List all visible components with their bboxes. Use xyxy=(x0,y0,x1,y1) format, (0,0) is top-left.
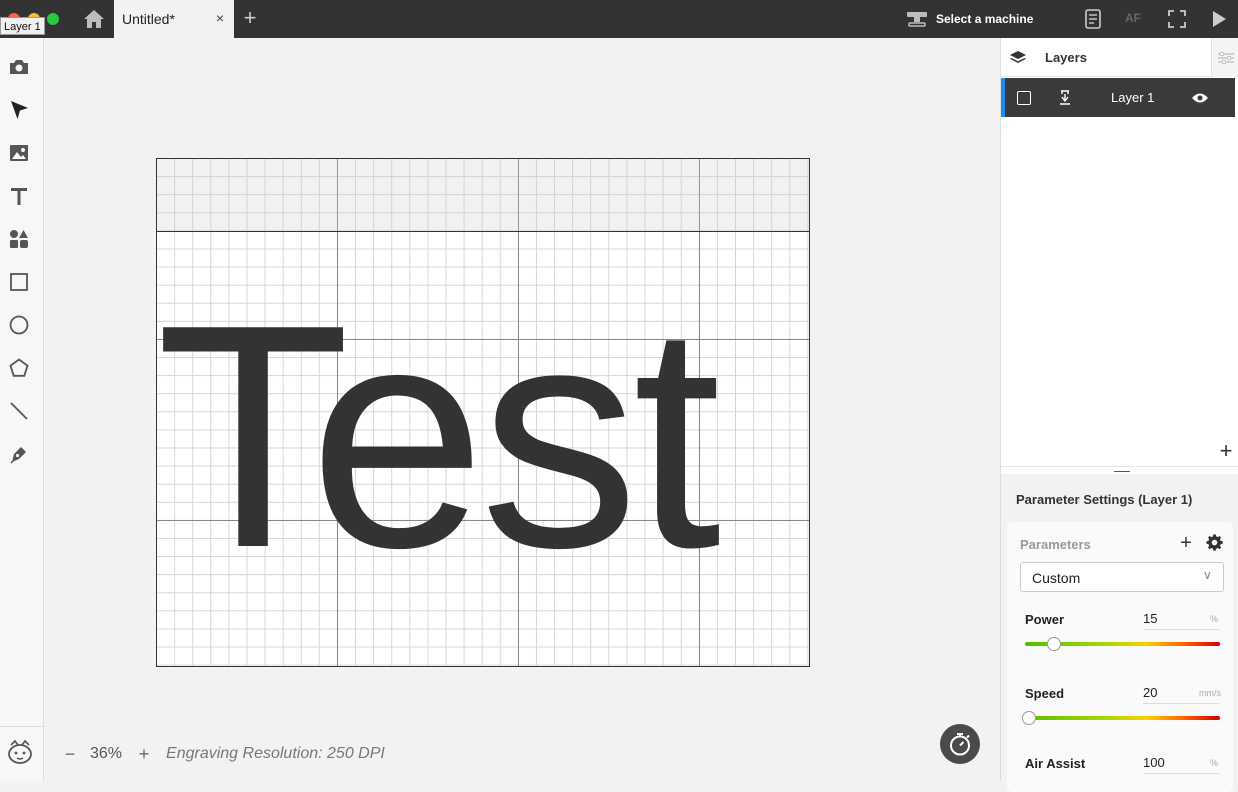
laser-mode-icon[interactable] xyxy=(1057,89,1073,107)
machine-icon xyxy=(907,12,927,27)
power-label: Power xyxy=(1025,612,1065,627)
layer-item[interactable]: Layer 1 xyxy=(1001,78,1235,117)
speed-unit: mm/s xyxy=(1199,688,1221,698)
parameters-card: Parameters + Custom ∨ Power 15 % Speed 2… xyxy=(1007,522,1233,792)
power-unit: % xyxy=(1210,614,1219,624)
elements-icon xyxy=(10,230,28,248)
air-assist-input[interactable]: 100 xyxy=(1143,755,1219,774)
assistant-button[interactable] xyxy=(6,738,34,766)
time-estimate-button[interactable] xyxy=(940,724,980,764)
preset-value: Custom xyxy=(1032,570,1081,586)
zoom-in-button[interactable]: + xyxy=(136,744,152,765)
layer-checkbox[interactable] xyxy=(1017,91,1031,105)
splitter-grip xyxy=(1114,471,1130,472)
select-arrow-icon xyxy=(11,101,28,119)
speed-slider[interactable] xyxy=(1021,711,1220,725)
layer-selected-indicator xyxy=(1001,78,1005,117)
layers-icon xyxy=(1010,51,1026,63)
document-button[interactable] xyxy=(1082,8,1104,30)
layer-name: Layer 1 xyxy=(1111,90,1155,105)
right-panel: Layers Layer 1 + Parameter Settings (Lay… xyxy=(1000,38,1238,792)
add-parameter-button[interactable]: + xyxy=(1178,532,1194,555)
elements-tool[interactable] xyxy=(8,228,30,250)
mascot-icon xyxy=(8,739,32,764)
line-icon xyxy=(10,402,28,420)
ellipse-tool[interactable] xyxy=(8,314,30,336)
parameters-label: Parameters xyxy=(1020,537,1091,552)
tab-title: Untitled* xyxy=(122,11,175,27)
start-button[interactable] xyxy=(1208,8,1230,30)
maximize-window-button[interactable] xyxy=(47,13,59,25)
eye-icon[interactable] xyxy=(1191,92,1209,104)
air-assist-unit: % xyxy=(1210,758,1219,768)
power-slider-thumb[interactable] xyxy=(1047,637,1062,651)
frame-icon xyxy=(1168,10,1186,28)
pen-tool[interactable] xyxy=(8,443,30,465)
tooltip: Layer 1 xyxy=(0,17,45,35)
panel-splitter[interactable] xyxy=(1001,466,1238,474)
add-layer-button[interactable]: + xyxy=(1217,438,1235,464)
tool-bar xyxy=(0,38,44,781)
polygon-icon xyxy=(9,358,29,377)
image-icon xyxy=(10,145,28,161)
text-object[interactable]: Test xyxy=(156,278,810,596)
home-icon xyxy=(84,10,104,28)
layers-title: Layers xyxy=(1045,50,1087,65)
new-tab-button[interactable]: + xyxy=(239,5,261,31)
home-button[interactable] xyxy=(80,7,108,31)
chevron-down-icon: ∨ xyxy=(1203,568,1212,582)
rectangle-icon xyxy=(10,273,28,291)
line-tool[interactable] xyxy=(8,400,30,422)
tab-untitled[interactable]: Untitled* × xyxy=(114,0,234,38)
stopwatch-icon xyxy=(950,733,970,756)
canvas-area[interactable]: Test − 36% + Engraving Resolution: 250 D… xyxy=(44,38,1000,781)
play-icon xyxy=(1213,11,1226,27)
camera-tool[interactable] xyxy=(8,56,30,78)
speed-label: Speed xyxy=(1025,686,1065,701)
ellipse-icon xyxy=(9,315,29,335)
parameter-settings-title: Parameter Settings (Layer 1) xyxy=(1016,492,1193,507)
gear-icon[interactable] xyxy=(1206,534,1224,552)
layers-header: Layers xyxy=(1001,38,1211,77)
speed-slider-thumb[interactable] xyxy=(1021,711,1036,725)
work-area-top-band xyxy=(157,159,809,232)
zoom-level: 36% xyxy=(90,745,123,762)
camera-icon xyxy=(10,60,28,74)
tab-close-button[interactable]: × xyxy=(213,10,227,26)
layer-settings-button[interactable] xyxy=(1211,38,1238,77)
toolbar-divider xyxy=(0,726,44,727)
air-assist-label: Air Assist xyxy=(1025,756,1086,771)
sliders-icon xyxy=(1218,51,1234,65)
zoom-out-button[interactable]: − xyxy=(62,744,78,765)
text-icon xyxy=(11,188,27,205)
select-machine-label: Select a machine xyxy=(936,12,1034,26)
parameter-preset-select[interactable]: Custom ∨ xyxy=(1020,562,1224,592)
power-slider[interactable] xyxy=(1025,637,1220,651)
autofocus-button[interactable]: AF xyxy=(1125,11,1141,25)
select-tool[interactable] xyxy=(8,99,30,121)
rectangle-tool[interactable] xyxy=(8,271,30,293)
document-icon xyxy=(1085,9,1101,29)
select-machine-button[interactable]: Select a machine xyxy=(906,8,1033,30)
text-tool[interactable] xyxy=(8,185,30,207)
pen-icon xyxy=(10,447,26,464)
zoom-controls: − 36% + Engraving Resolution: 250 DPI xyxy=(62,742,385,766)
engraving-resolution: Engraving Resolution: 250 DPI xyxy=(166,745,385,762)
frame-button[interactable] xyxy=(1166,8,1188,30)
image-tool[interactable] xyxy=(8,142,30,164)
power-input[interactable]: 15 xyxy=(1143,611,1219,630)
parameter-settings-panel: Parameter Settings (Layer 1) Parameters … xyxy=(1001,474,1238,792)
polygon-tool[interactable] xyxy=(8,357,30,379)
title-bar: Layer 1 Untitled* × + Select a machine A… xyxy=(0,0,1238,38)
